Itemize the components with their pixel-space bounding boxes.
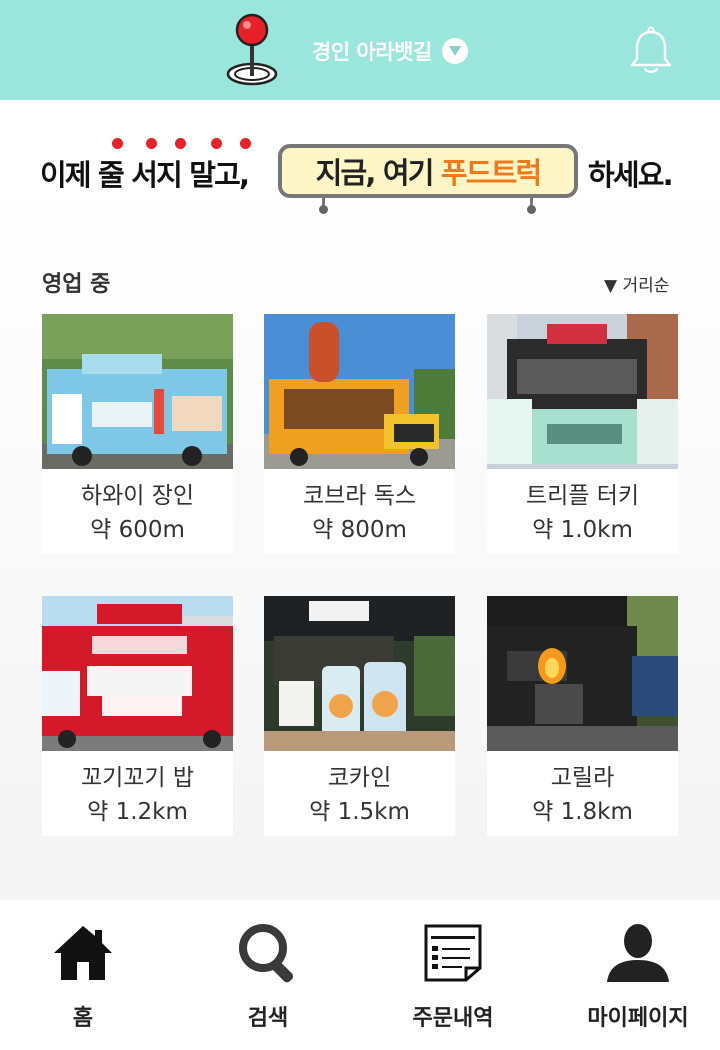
emphasis-dot <box>175 138 186 149</box>
map-pin-icon <box>226 13 278 86</box>
nav-orders[interactable]: 주문내역 <box>373 900 533 1050</box>
banner-highlight: 푸드트럭 <box>440 156 542 190</box>
truck-card[interactable]: 꼬기꼬기 밥 약 1.2km <box>42 596 233 836</box>
truck-photo <box>42 596 233 751</box>
emphasis-dot <box>112 138 123 149</box>
banner-sign: 지금, 여기 푸드트럭 <box>278 144 578 198</box>
sign-foot <box>527 205 536 214</box>
nav-home[interactable]: 홈 <box>3 900 163 1050</box>
truck-name: 트리플 터키 <box>525 483 640 509</box>
search-icon <box>239 924 294 983</box>
emphasis-dot <box>240 138 251 149</box>
truck-distance: 약 800m <box>312 517 407 543</box>
sign-foot <box>319 205 328 214</box>
emphasis-dot <box>146 138 157 149</box>
top-bar: 경인 아라뱃길 <box>0 0 720 100</box>
section-title: 영업 중 <box>42 272 111 297</box>
truck-photo <box>487 596 678 751</box>
nav-label: 주문내역 <box>412 1006 494 1031</box>
truck-card[interactable]: 트리플 터키 약 1.0km <box>487 314 678 554</box>
truck-distance: 약 1.8km <box>532 799 633 825</box>
truck-card[interactable]: 코브라 독스 약 800m <box>264 314 455 554</box>
truck-name: 꼬기꼬기 밥 <box>80 765 195 791</box>
nav-search[interactable]: 검색 <box>188 900 348 1050</box>
truck-card[interactable]: 코카인 약 1.5km <box>264 596 455 836</box>
sort-dropdown[interactable]: ▼ 거리순 <box>604 271 669 296</box>
chevron-down-icon <box>441 38 468 64</box>
truck-name: 고릴라 <box>550 765 615 791</box>
location-label: 경인 아라뱃길 <box>312 40 432 64</box>
truck-name: 코카인 <box>327 765 392 791</box>
truck-name: 하와이 장인 <box>80 483 195 509</box>
truck-distance: 약 600m <box>90 517 185 543</box>
banner-left-text: 이제 줄 서지 말고, <box>40 158 250 192</box>
nav-label: 검색 <box>247 1006 289 1031</box>
truck-photo <box>42 314 233 469</box>
promo-banner: 이제 줄 서지 말고, 지금, 여기 푸드트럭 하세요. <box>0 120 720 220</box>
truck-photo <box>264 596 455 751</box>
banner-box-prefix: 지금, 여기 <box>315 156 441 190</box>
truck-photo <box>487 314 678 469</box>
nav-label: 마이페이지 <box>587 1006 689 1031</box>
nav-label: 홈 <box>72 1006 94 1031</box>
home-icon <box>54 926 112 980</box>
location-selector[interactable]: 경인 아라뱃길 <box>312 34 468 68</box>
bell-icon[interactable] <box>628 26 674 76</box>
truck-card[interactable]: 하와이 장인 약 600m <box>42 314 233 554</box>
truck-card[interactable]: 고릴라 약 1.8km <box>487 596 678 836</box>
truck-name: 코브라 독스 <box>302 483 417 509</box>
order-list-icon <box>424 924 482 982</box>
emphasis-dot <box>211 138 222 149</box>
truck-distance: 약 1.0km <box>532 517 633 543</box>
nav-mypage[interactable]: 마이페이지 <box>558 900 718 1050</box>
truck-photo <box>264 314 455 469</box>
banner-right-text: 하세요. <box>588 158 674 192</box>
bottom-nav: 홈 검색 주문내역 마이페이지 <box>0 900 720 1050</box>
user-icon <box>607 924 669 982</box>
truck-distance: 약 1.5km <box>309 799 410 825</box>
truck-distance: 약 1.2km <box>87 799 188 825</box>
